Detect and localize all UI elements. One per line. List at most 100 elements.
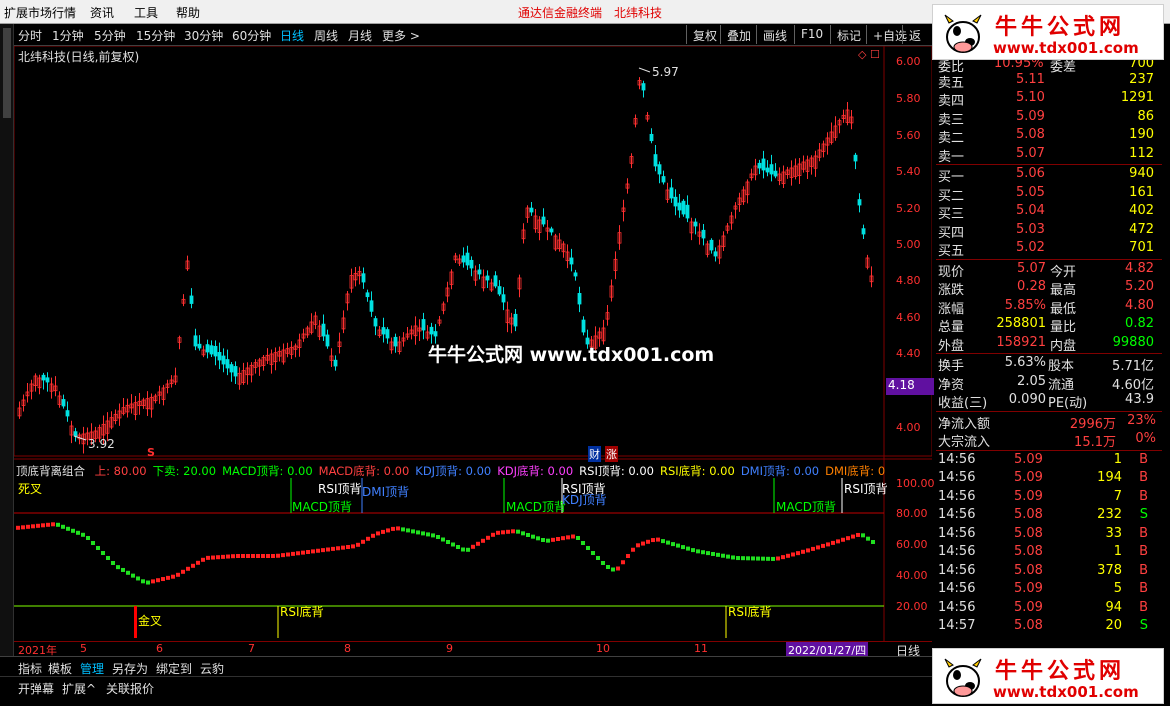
- tab-30min[interactable]: 30分钟: [184, 27, 223, 44]
- tick-price: 5.09: [1014, 581, 1043, 596]
- mark-button[interactable]: 标记: [830, 25, 867, 44]
- candle-body: [65, 410, 70, 417]
- tick-row[interactable]: 14:56 5.09 94 B: [936, 599, 1162, 618]
- oscillator-dot: [471, 544, 475, 549]
- chart-settings-icon[interactable]: ◇ ☐: [858, 48, 880, 61]
- oscillator-dot: [206, 555, 210, 560]
- ask-row[interactable]: 卖一 5.07 112: [936, 145, 1162, 165]
- tick-row[interactable]: 14:56 5.08 232 S: [936, 506, 1162, 525]
- tab-1min[interactable]: 1分钟: [52, 27, 84, 44]
- tick-row[interactable]: 14:56 5.09 7 B: [936, 488, 1162, 507]
- flow-row[interactable]: 大宗流入 15.1万 0%: [936, 430, 1162, 450]
- oscillator-dot: [46, 522, 50, 527]
- limit-up-marker[interactable]: 涨: [605, 446, 618, 462]
- oscillator-dot: [336, 546, 340, 551]
- ask-row[interactable]: 卖四 5.10 1291: [936, 89, 1162, 109]
- stat-row[interactable]: 外盘 158921 内盘 99880: [936, 334, 1162, 354]
- ask-row[interactable]: 卖三 5.09 86: [936, 108, 1162, 128]
- tab-more[interactable]: 更多 >: [382, 27, 420, 44]
- tab-manage[interactable]: 管理: [80, 660, 104, 677]
- tick-row[interactable]: 14:56 5.08 33 B: [936, 525, 1162, 544]
- tab-bind-to[interactable]: 绑定到: [156, 660, 192, 677]
- tab-daily[interactable]: 日线: [280, 27, 304, 44]
- draw-button[interactable]: 画线: [756, 25, 793, 44]
- tick-row[interactable]: 14:56 5.09 194 B: [936, 469, 1162, 488]
- oscillator-dot: [631, 547, 635, 552]
- stat-value: 0.090: [1008, 392, 1046, 407]
- stat-row[interactable]: 净资 2.05 流通 4.60亿: [936, 373, 1162, 393]
- tab-5min[interactable]: 5分钟: [94, 27, 126, 44]
- tick-time: 14:56: [938, 581, 976, 596]
- ask-row[interactable]: 卖二 5.08 190: [936, 126, 1162, 146]
- finance-marker[interactable]: 财: [588, 446, 601, 462]
- bid-price: 5.05: [1016, 184, 1045, 200]
- oscillator-dot: [276, 553, 280, 558]
- tab-indicator[interactable]: 指标: [18, 660, 42, 677]
- stat-row[interactable]: 涨幅 5.85% 最低 4.80: [936, 297, 1162, 317]
- adjust-button[interactable]: 复权: [686, 25, 723, 44]
- tick-row[interactable]: 14:56 5.08 378 B: [936, 562, 1162, 581]
- bid-row[interactable]: 买五 5.02 701: [936, 239, 1162, 259]
- menu-item-tools[interactable]: 工具: [134, 4, 158, 21]
- tab-60min[interactable]: 60分钟: [232, 27, 271, 44]
- tab-timeshare[interactable]: 分时: [18, 27, 42, 44]
- candle-body: [61, 399, 66, 407]
- stat-row[interactable]: 收益(三) 0.090 PE(动) 43.9: [936, 391, 1162, 411]
- oscillator-dot: [131, 573, 135, 578]
- danmaku-button[interactable]: 开弹幕: [18, 680, 54, 697]
- linked-quote-button[interactable]: 关联报价: [106, 680, 154, 697]
- menu-item-extended-market[interactable]: 扩展市场行情: [4, 4, 76, 21]
- oscillator-dot: [696, 549, 700, 554]
- f10-button[interactable]: F10: [794, 25, 829, 44]
- oscillator-dot: [641, 541, 645, 546]
- scroll-thumb[interactable]: [3, 28, 11, 118]
- candle-body: [701, 229, 706, 239]
- overlay-button[interactable]: 叠加: [720, 25, 757, 44]
- flow-row[interactable]: 净流入额 2996万 23%: [936, 412, 1162, 432]
- tab-template[interactable]: 模板: [48, 660, 72, 677]
- candle-body: [73, 431, 78, 437]
- oscillator-dot: [311, 549, 315, 554]
- oscillator-dot: [301, 550, 305, 555]
- oscillator-dot: [741, 556, 745, 561]
- stat-row[interactable]: 总量 258801 量比 0.82: [936, 315, 1162, 335]
- candle-body: [369, 300, 374, 312]
- indicator-name[interactable]: 顶底背离组合: [16, 464, 85, 478]
- back-button[interactable]: 返回: [902, 25, 932, 44]
- tick-row[interactable]: 14:57 5.08 20 S: [936, 617, 1162, 636]
- app-title: 通达信金融终端: [518, 6, 603, 20]
- stat-label: 净资: [938, 377, 965, 393]
- tab-15min[interactable]: 15分钟: [136, 27, 175, 44]
- oscillator-dot: [281, 553, 285, 558]
- tab-weekly[interactable]: 周线: [314, 27, 338, 44]
- oscillator-dot: [316, 548, 320, 553]
- tab-monthly[interactable]: 月线: [348, 27, 372, 44]
- bid-row[interactable]: 买三 5.04 402: [936, 202, 1162, 222]
- left-scroll-strip[interactable]: [0, 24, 14, 656]
- tick-row[interactable]: 14:56 5.08 1 B: [936, 543, 1162, 562]
- bid-row[interactable]: 买二 5.05 161: [936, 184, 1162, 204]
- tick-row[interactable]: 14:56 5.09 5 B: [936, 580, 1162, 599]
- stat-row[interactable]: 涨跌 0.28 最高 5.20: [936, 278, 1162, 298]
- expand-button[interactable]: 扩展^: [62, 680, 96, 697]
- stat-row[interactable]: 换手 5.63% 股本 5.71亿: [936, 354, 1162, 374]
- oscillator-dot: [816, 545, 820, 550]
- ask-row[interactable]: 卖五 5.11 237: [936, 71, 1162, 91]
- menu-item-news[interactable]: 资讯: [90, 4, 114, 21]
- oscillator-dot: [561, 536, 565, 541]
- candle-body: [433, 331, 438, 337]
- bid-row[interactable]: 买四 5.03 472: [936, 221, 1162, 241]
- oscillator-dot: [186, 566, 190, 571]
- oscillator-dot: [836, 539, 840, 544]
- tab-cloud[interactable]: 云豹: [200, 660, 224, 677]
- oscillator-dot: [91, 541, 95, 545]
- month-label: 5: [80, 642, 87, 655]
- stat-row[interactable]: 现价 5.07 今开 4.82: [936, 260, 1162, 280]
- tab-save-as[interactable]: 另存为: [112, 660, 148, 677]
- tick-row[interactable]: 14:56 5.09 1 B: [936, 451, 1162, 470]
- tick-volume: 7: [1113, 488, 1122, 504]
- bid-row[interactable]: 买一 5.06 940: [936, 165, 1162, 185]
- menu-item-help[interactable]: 帮助: [176, 4, 200, 21]
- candle-body: [373, 318, 378, 327]
- oscillator-dot: [451, 542, 455, 547]
